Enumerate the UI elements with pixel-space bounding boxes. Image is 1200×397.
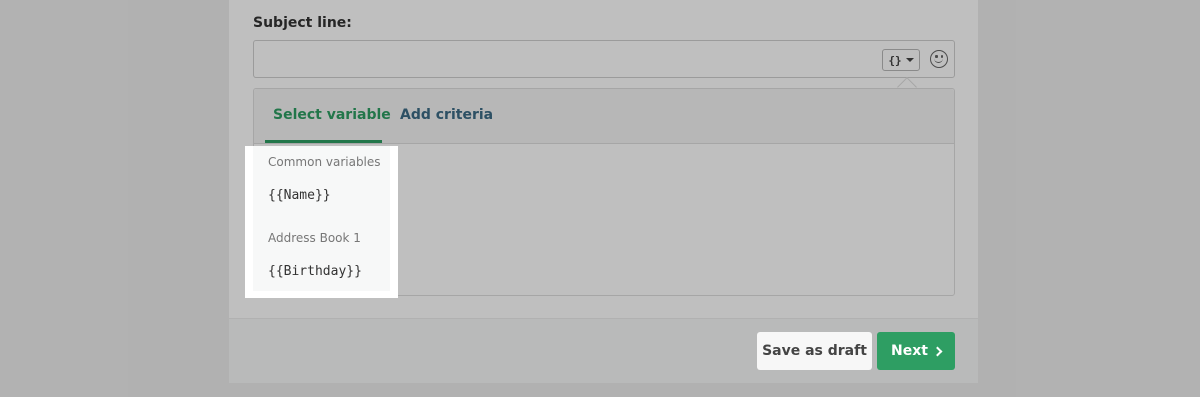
variable-item-name[interactable]: {{Name}} xyxy=(268,188,331,203)
group-label-common-variables: Common variables xyxy=(268,155,381,169)
group-label-address-book-1: Address Book 1 xyxy=(268,231,361,245)
save-as-draft-button[interactable]: Save as draft xyxy=(757,332,872,370)
chevron-right-icon xyxy=(932,346,943,357)
variable-dropdown-menu: Common variables {{Name}} Address Book 1… xyxy=(245,146,398,298)
variable-list: Common variables {{Name}} Address Book 1… xyxy=(253,146,390,291)
modal-overlay xyxy=(0,0,1200,397)
variable-item-birthday[interactable]: {{Birthday}} xyxy=(268,264,362,279)
next-button[interactable]: Next xyxy=(877,332,955,370)
save-as-draft-label: Save as draft xyxy=(762,343,867,359)
next-label: Next xyxy=(891,343,928,359)
